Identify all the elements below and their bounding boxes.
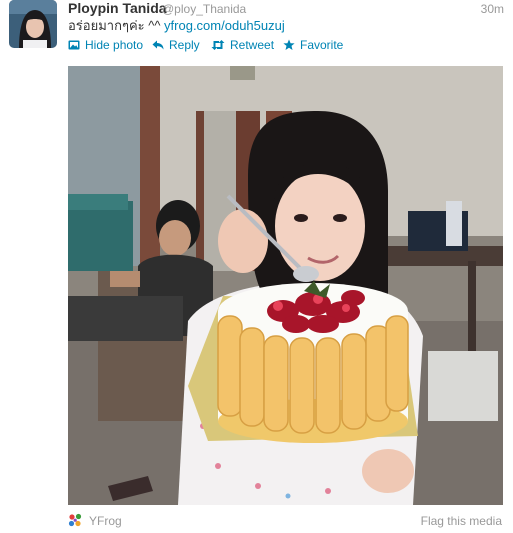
reply-icon — [152, 40, 164, 50]
hide-photo-button[interactable]: Hide photo — [68, 38, 143, 52]
media-provider-link[interactable]: YFrog — [68, 513, 122, 528]
author-username[interactable]: @ploy_Thanida — [162, 1, 246, 17]
tweet-header: Ploypin Tanida @ploy_Thanida 30m — [68, 0, 508, 18]
media-provider-name: YFrog — [89, 513, 122, 528]
photo-icon — [68, 40, 80, 50]
reply-label: Reply — [169, 38, 200, 52]
retweet-label: Retweet — [230, 38, 275, 52]
avatar[interactable] — [9, 0, 57, 48]
favorite-icon — [283, 39, 295, 50]
tweet-text-body: อร่อยมากๆค่ะ ^^ — [68, 18, 165, 33]
reply-button[interactable]: Reply — [152, 38, 200, 52]
flag-media-link[interactable]: Flag this media — [421, 514, 502, 528]
tweet-link[interactable]: yfrog.com/oduh5uzuj — [164, 18, 285, 33]
retweet-button[interactable]: Retweet — [211, 38, 274, 52]
retweet-icon — [211, 40, 225, 50]
tweet-timestamp[interactable]: 30m — [481, 1, 504, 17]
media-footer: YFrog Flag this media — [68, 513, 503, 529]
tweet-photo[interactable] — [68, 66, 503, 505]
favorite-button[interactable]: Favorite — [283, 38, 343, 52]
tweet: Ploypin Tanida @ploy_Thanida 30m อร่อยมา… — [0, 0, 513, 533]
author-fullname[interactable]: Ploypin Tanida — [68, 0, 167, 16]
tweet-text: อร่อยมากๆค่ะ ^^ yfrog.com/oduh5uzuj — [68, 18, 285, 34]
yfrog-logo-icon — [68, 513, 82, 527]
favorite-label: Favorite — [300, 38, 344, 52]
hide-photo-label: Hide photo — [85, 38, 144, 52]
